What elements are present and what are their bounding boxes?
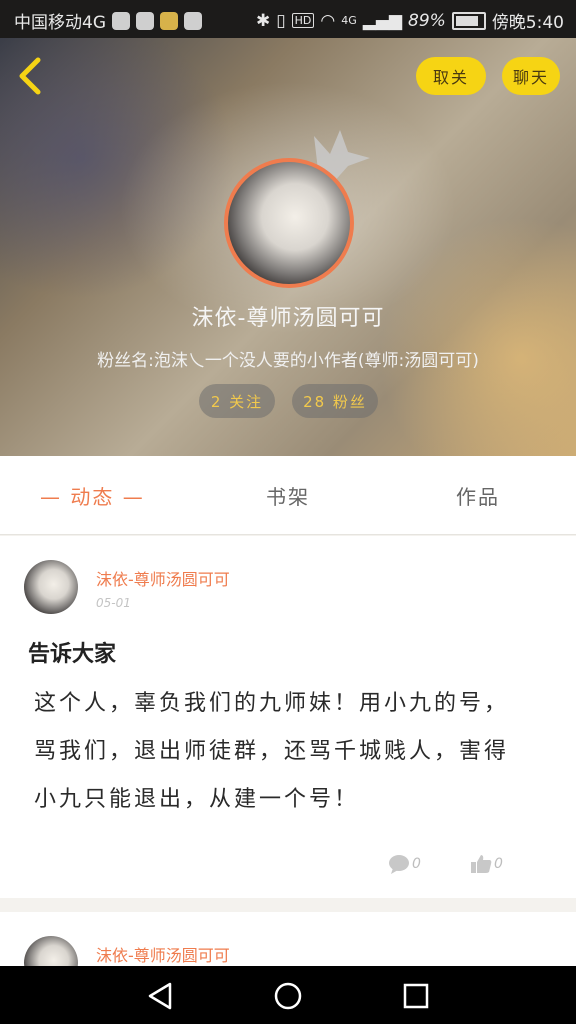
chat-button[interactable]: 聊天 (502, 57, 560, 95)
back-icon[interactable] (14, 56, 50, 96)
vibrate-icon: ▯ (276, 10, 286, 31)
hd-icon: HD (291, 13, 315, 28)
post-body: 这个人，辜负我们的九师妹！用小九的号，骂我们，退出师徒群，还骂千城贱人，害得小九… (34, 691, 510, 812)
tab-bookshelf[interactable]: 书架 (266, 456, 310, 534)
bluetooth-icon: ✱ (256, 10, 271, 31)
carrier-label: 中国移动4G (14, 13, 106, 33)
like-count: 0 (494, 856, 503, 872)
avatar[interactable] (224, 158, 354, 288)
post-card[interactable]: 沫依-尊师汤圆可可 (0, 912, 576, 972)
fans-count-chip[interactable]: 28 粉丝 (292, 384, 378, 418)
profile-header: 取关 聊天 沫依-尊师汤圆可可 粉丝名:泡沫乀一个没人要的小作者(尊师:汤圆可可… (0, 38, 576, 456)
system-nav-bar (0, 966, 576, 1024)
message-icon (184, 11, 202, 30)
post-date: 05-01 (96, 596, 131, 610)
fan-name: 粉丝名:泡沫乀一个没人要的小作者(尊师:汤圆可可) (97, 351, 479, 371)
thumbs-up-icon (471, 855, 492, 873)
following-count-chip[interactable]: 2 关注 (199, 384, 275, 418)
post-card[interactable]: 沫依-尊师汤圆可可 05-01 告诉大家 这个人，辜负我们的九师妹！用小九的号，… (0, 536, 576, 898)
tab-dynamic[interactable]: — 动态 — (40, 456, 145, 534)
post-author-name[interactable]: 沫依-尊师汤圆可可 (96, 942, 230, 966)
signal-icon: ▂▄▆ (362, 10, 403, 31)
profile-name: 沫依-尊师汤圆可可 (191, 306, 385, 331)
nav-recent-apps-icon[interactable] (398, 978, 434, 1014)
status-bar: 中国移动4G ✱ ▯ HD ◠ 4G ▂▄▆ 89% 傍晚5:40 (0, 0, 576, 38)
time-label: 傍晚5:40 (491, 13, 564, 33)
battery-icon (451, 11, 486, 30)
like-button[interactable]: 0 (470, 854, 503, 874)
nav-back-icon[interactable] (142, 978, 178, 1014)
unfollow-button[interactable]: 取关 (416, 57, 486, 95)
post-title: 告诉大家 (28, 642, 117, 667)
network-label: 4G (341, 14, 357, 27)
wifi-icon: ◠ (320, 10, 336, 31)
comment-icon (389, 855, 409, 874)
post-author-name[interactable]: 沫依-尊师汤圆可可 (96, 566, 230, 590)
comment-button[interactable]: 0 (388, 854, 421, 874)
profile-tabs: — 动态 — 书架 作品 (0, 456, 576, 535)
app-icon (160, 11, 178, 30)
app-icon (136, 11, 154, 30)
notification-icon (112, 11, 130, 30)
comment-count: 0 (412, 856, 421, 872)
tab-works[interactable]: 作品 (456, 456, 500, 534)
post-author-avatar[interactable] (24, 560, 78, 614)
nav-home-icon[interactable] (270, 978, 306, 1014)
battery-percent: 89% (408, 10, 446, 31)
